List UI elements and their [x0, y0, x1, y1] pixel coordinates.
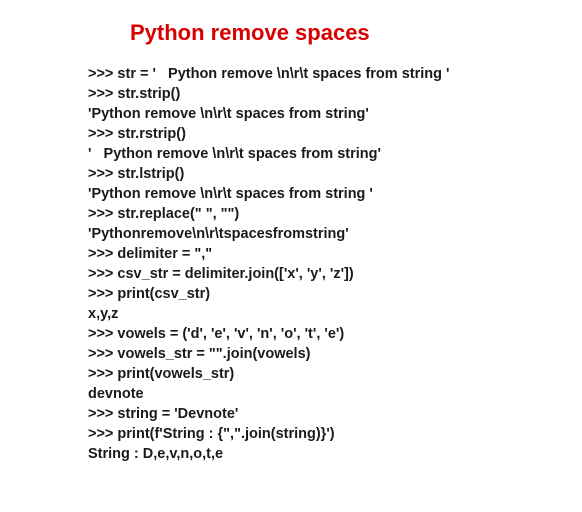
- code-line: 'Python remove \n\r\t spaces from string…: [88, 184, 582, 204]
- code-line: >>> csv_str = delimiter.join(['x', 'y', …: [88, 264, 582, 284]
- code-line: >>> delimiter = ",": [88, 244, 582, 264]
- code-block: >>> str = ' Python remove \n\r\t spaces …: [0, 64, 582, 464]
- code-line: >>> print(f'String : {",".join(string)}'…: [88, 424, 582, 444]
- code-line: x,y,z: [88, 304, 582, 324]
- code-line: 'Pythonremove\n\r\tspacesfromstring': [88, 224, 582, 244]
- code-line: >>> print(vowels_str): [88, 364, 582, 384]
- code-line: >>> vowels = ('d', 'e', 'v', 'n', 'o', '…: [88, 324, 582, 344]
- code-line: 'Python remove \n\r\t spaces from string…: [88, 104, 582, 124]
- code-line: >>> print(csv_str): [88, 284, 582, 304]
- code-line: ' Python remove \n\r\t spaces from strin…: [88, 144, 582, 164]
- code-line: >>> str.replace(" ", ""): [88, 204, 582, 224]
- code-line: >>> str = ' Python remove \n\r\t spaces …: [88, 64, 582, 84]
- code-line: >>> str.lstrip(): [88, 164, 582, 184]
- page-title: Python remove spaces: [0, 20, 582, 46]
- code-line: String : D,e,v,n,o,t,e: [88, 444, 582, 464]
- code-line: >>> vowels_str = "".join(vowels): [88, 344, 582, 364]
- code-line: >>> str.strip(): [88, 84, 582, 104]
- code-line: devnote: [88, 384, 582, 404]
- code-line: >>> str.rstrip(): [88, 124, 582, 144]
- code-line: >>> string = 'Devnote': [88, 404, 582, 424]
